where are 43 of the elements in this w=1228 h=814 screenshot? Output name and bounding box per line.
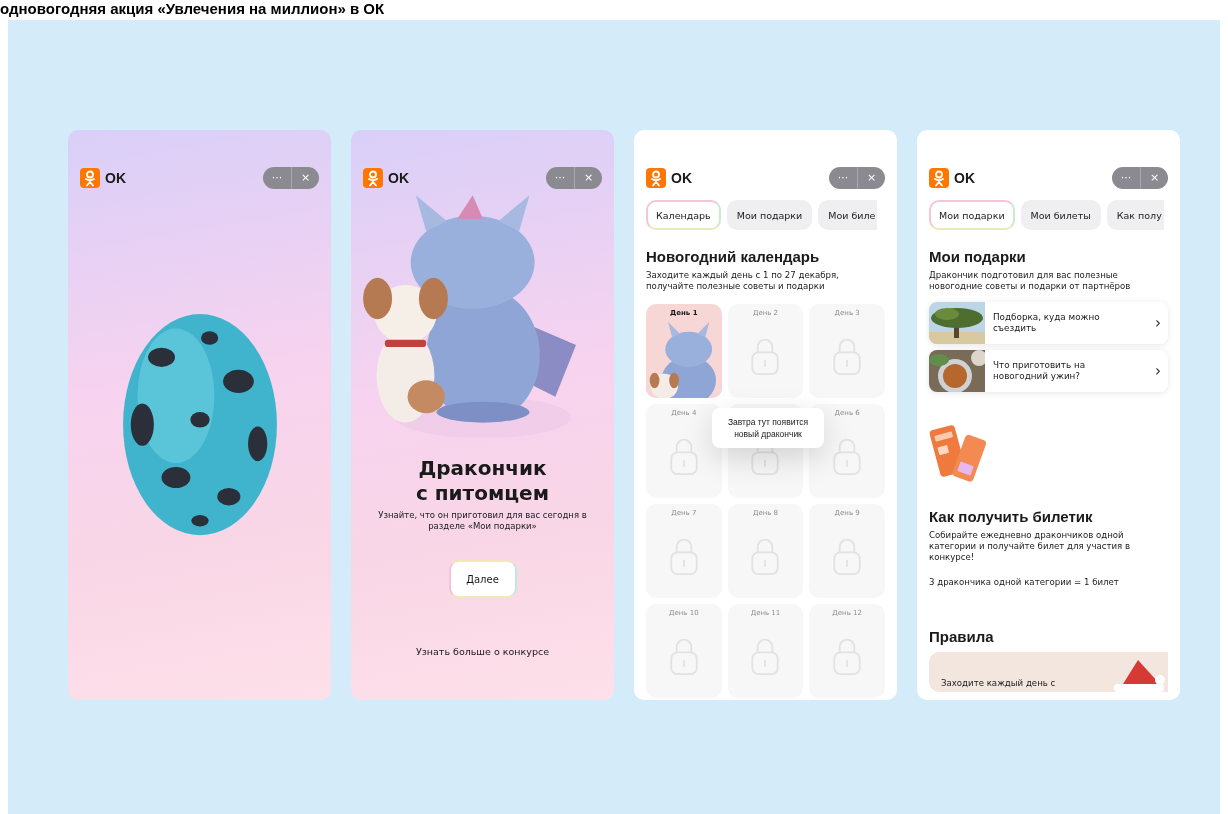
menu-button[interactable]: ··· bbox=[1112, 167, 1140, 189]
logo-icon bbox=[80, 168, 100, 188]
next-button[interactable]: Далее bbox=[448, 560, 517, 598]
logo-text: OK bbox=[671, 170, 692, 186]
close-button[interactable]: × bbox=[291, 167, 319, 189]
logo-icon bbox=[646, 168, 666, 188]
chevron-icon: › bbox=[1148, 362, 1168, 380]
tab[interactable]: Мои подарки bbox=[726, 200, 813, 230]
tab[interactable]: Мои подарки bbox=[929, 200, 1015, 230]
section-title: Правила bbox=[929, 628, 995, 646]
rules-text: Заходите каждый день с bbox=[941, 678, 1056, 690]
tab[interactable]: Мои билеты bbox=[1020, 200, 1101, 230]
tab[interactable]: Мои биле bbox=[818, 200, 878, 230]
page-heading: одновогодняя акция «Увлечения на миллион» в ОК bbox=[0, 0, 386, 18]
close-button[interactable]: × bbox=[574, 167, 602, 189]
section-title: Новогодний календарь bbox=[646, 248, 821, 266]
close-button[interactable]: × bbox=[1140, 167, 1168, 189]
menu-button[interactable]: ··· bbox=[263, 167, 291, 189]
tooltip: Завтра тут появится новый дракончик bbox=[712, 408, 824, 448]
offer-card[interactable]: Подборка, куда можно съездить › bbox=[929, 302, 1168, 344]
learn-more-link[interactable]: Узнать больше о конкурсе bbox=[416, 646, 549, 657]
menu-button[interactable]: ··· bbox=[829, 167, 857, 189]
section-title: Мои подарки bbox=[929, 248, 1027, 266]
description: Собирайте ежедневно дракончиков одной категории и получайте билет для участия в конкурсе! bbox=[929, 530, 1132, 563]
offer-title: Что приготовить на новогодний ужин? bbox=[992, 360, 1087, 382]
chevron-icon: › bbox=[1148, 314, 1168, 332]
description: Узнайте, что он приготовил для вас сегодня в разделе «Мои подарки» bbox=[377, 510, 588, 532]
logo-text: OK bbox=[105, 170, 126, 186]
logo-icon bbox=[929, 168, 949, 188]
tab[interactable]: Как полу bbox=[1106, 200, 1164, 230]
logo-text: OK bbox=[388, 170, 409, 186]
offer-card[interactable]: Что приготовить на новогодний ужин? › bbox=[929, 350, 1168, 392]
description: Дракончик подготовил для вас полезные новогодние советы и подарки от партнёров bbox=[929, 270, 1132, 292]
description: Заходите каждый день с 1 по 27 декабря, получайте полезные советы и подарки bbox=[646, 270, 840, 292]
logo-icon bbox=[363, 168, 383, 188]
menu-button[interactable]: ··· bbox=[546, 167, 574, 189]
title: Дракончик с питомцем bbox=[414, 456, 551, 506]
logo-text: OK bbox=[954, 170, 975, 186]
offer-title: Подборка, куда можно съездить bbox=[992, 312, 1101, 334]
tab[interactable]: Календарь bbox=[646, 200, 721, 230]
section-title: Как получить билетик bbox=[929, 508, 1094, 526]
ticket-rule: 3 дракончика одной категории = 1 билет bbox=[929, 577, 1120, 588]
close-button[interactable]: × bbox=[857, 167, 885, 189]
